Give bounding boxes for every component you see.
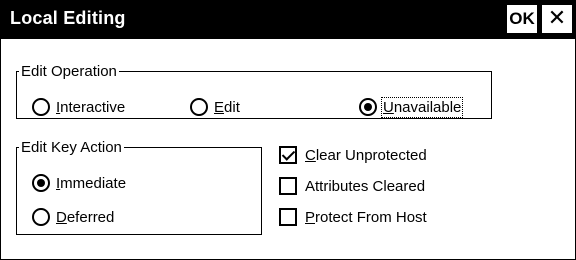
radio-circle-unavailable	[359, 98, 377, 116]
edit-operation-legend: Edit Operation	[21, 63, 117, 80]
radio-edit[interactable]: Edit	[190, 98, 240, 116]
checkbox-box-attributes-cleared	[279, 177, 297, 195]
checkbox-protect-from-host[interactable]: Protect From Host	[279, 208, 427, 226]
radio-immediate[interactable]: Immediate	[32, 174, 126, 192]
close-button[interactable]: ✕	[541, 4, 573, 34]
checkbox-label-protect-from-host: Protect From Host	[305, 208, 427, 226]
radio-circle-edit	[190, 98, 208, 116]
checkbox-attributes-cleared[interactable]: Attributes Cleared	[279, 177, 425, 195]
checkbox-label-attributes-cleared: Attributes Cleared	[305, 177, 426, 195]
radio-label-immediate: Immediate	[56, 174, 127, 192]
radio-label-unavailable: Unavailable	[380, 96, 464, 118]
radio-circle-immediate	[32, 174, 50, 192]
edit-operation-group: Edit Operation Interactive Edit Unavaila…	[16, 63, 492, 119]
radio-label-deferred: Deferred	[56, 208, 115, 226]
checkbox-label-clear-unprotected: Clear Unprotected	[305, 146, 427, 164]
checkbox-clear-unprotected[interactable]: Clear Unprotected	[279, 146, 427, 164]
radio-deferred[interactable]: Deferred	[32, 208, 114, 226]
radio-unavailable[interactable]: Unavailable	[359, 96, 464, 118]
title-bar: Local Editing OK ✕	[1, 1, 575, 39]
window-title: Local Editing	[10, 8, 126, 28]
local-editing-dialog: Local Editing OK ✕ Edit Operation Intera…	[0, 0, 576, 260]
radio-circle-interactive	[32, 98, 50, 116]
close-icon: ✕	[547, 5, 567, 30]
radio-label-interactive: Interactive	[56, 98, 126, 116]
ok-button[interactable]: OK	[506, 4, 538, 34]
checkbox-box-clear-unprotected	[279, 146, 297, 164]
radio-interactive[interactable]: Interactive	[32, 98, 125, 116]
radio-circle-deferred	[32, 208, 50, 226]
radio-label-edit: Edit	[214, 98, 240, 116]
edit-key-action-legend: Edit Key Action	[21, 139, 122, 156]
edit-key-action-group: Edit Key Action Immediate Deferred	[16, 139, 262, 235]
checkbox-box-protect-from-host	[279, 208, 297, 226]
